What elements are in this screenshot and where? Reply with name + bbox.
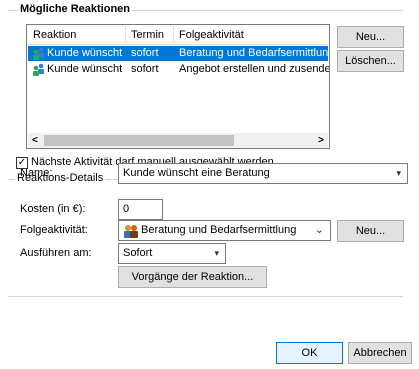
- row-folgeaktivitaet: Beratung und Bedarfsermittlung: [179, 47, 329, 59]
- name-field[interactable]: Kunde wünscht eine Beratung ▾: [118, 163, 408, 184]
- bottom-separator: [8, 296, 403, 297]
- followup-new-button[interactable]: Neu...: [337, 220, 404, 242]
- execute-combobox[interactable]: Sofort ▾: [118, 243, 226, 264]
- new-reaction-button[interactable]: Neu...: [337, 26, 404, 48]
- column-header-termin[interactable]: Termin: [126, 26, 174, 45]
- users-icon: [32, 63, 46, 76]
- table-row[interactable]: Kunde wünscht ... sofort Beratung und Be…: [28, 46, 329, 61]
- followup-combobox[interactable]: Beratung und Bedarfsermittlung ⌄: [118, 220, 331, 241]
- chevron-down-icon[interactable]: ▾: [396, 164, 401, 183]
- row-termin: sofort: [131, 47, 159, 59]
- table-row[interactable]: Kunde wünscht ... sofort Angebot erstell…: [28, 62, 329, 77]
- cost-field[interactable]: 0: [118, 199, 163, 220]
- scroll-right-icon[interactable]: >: [318, 133, 324, 148]
- reactions-group-title: Mögliche Reaktionen: [18, 3, 133, 15]
- listview-header: Reaktion Termin Folgeaktivität: [28, 26, 328, 45]
- row-reaktion: Kunde wünscht ...: [47, 47, 125, 59]
- execute-value: Sofort: [123, 247, 153, 259]
- chevron-down-icon[interactable]: ▾: [214, 244, 219, 263]
- row-folgeaktivitaet: Angebot erstellen und zusenden: [179, 63, 329, 75]
- column-header-reaktion[interactable]: Reaktion: [28, 26, 126, 45]
- scroll-thumb[interactable]: [44, 135, 234, 146]
- horizontal-scrollbar[interactable]: < >: [28, 133, 328, 148]
- name-value: Kunde wünscht eine Beratung: [123, 167, 270, 179]
- column-header-folgeaktivitaet[interactable]: Folgeaktivität: [174, 26, 330, 45]
- followup-label: Folgeaktivität:: [20, 224, 88, 236]
- row-termin: sofort: [131, 63, 159, 75]
- cost-value: 0: [123, 203, 130, 215]
- reactions-listview[interactable]: Reaktion Termin Folgeaktivität Kunde wün…: [26, 24, 330, 149]
- row-reaktion: Kunde wünscht ...: [47, 63, 125, 75]
- name-label: Name:: [20, 167, 53, 179]
- users-icon: [32, 47, 46, 60]
- ok-button[interactable]: OK: [276, 342, 343, 364]
- people-icon: [123, 224, 138, 238]
- delete-reaction-button[interactable]: Löschen...: [337, 50, 404, 72]
- chevron-down-icon[interactable]: ⌄: [315, 221, 324, 240]
- execute-label: Ausführen am:: [20, 247, 92, 259]
- scroll-left-icon[interactable]: <: [32, 133, 38, 148]
- cost-label: Kosten (in €):: [20, 203, 86, 215]
- cancel-button[interactable]: Abbrechen: [348, 342, 412, 364]
- processes-button[interactable]: Vorgänge der Reaktion...: [118, 266, 267, 288]
- followup-value: Beratung und Bedarfsermittlung: [141, 224, 297, 236]
